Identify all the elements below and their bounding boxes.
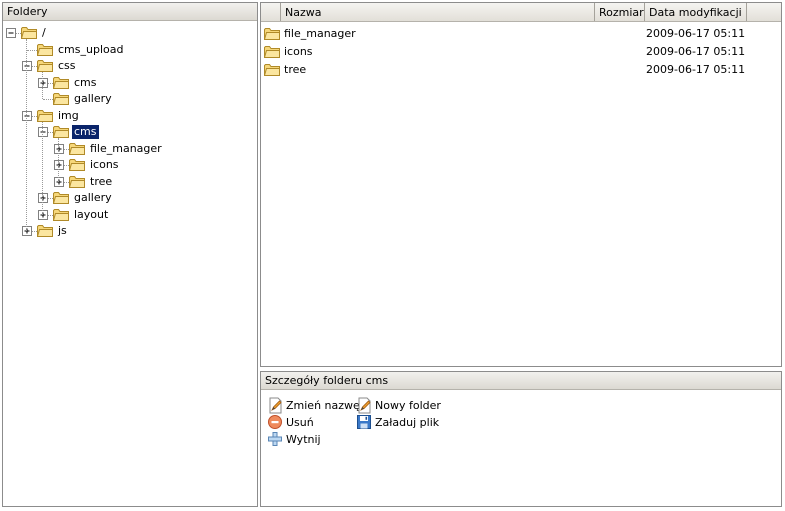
cut-icon [268, 432, 282, 446]
expand-icon[interactable] [22, 226, 32, 236]
folder-icon [52, 191, 69, 204]
folder-details-title: Szczegóły folderu cms [261, 372, 781, 390]
tree-node-label[interactable]: / [40, 26, 48, 40]
folder-icon [263, 27, 280, 40]
folder-icon [36, 43, 53, 56]
tree-node[interactable]: css [3, 58, 253, 74]
file-list-header: Nazwa Rozmiar Data modyfikacji [261, 3, 781, 22]
tree-guide-line [26, 39, 27, 231]
collapse-icon[interactable] [6, 28, 16, 38]
rename-label: Zmień nazwę [286, 399, 360, 412]
column-modified[interactable]: Data modyfikacji [645, 3, 747, 21]
rename-icon [269, 397, 282, 414]
file-modified-date: 2009-06-17 05:11 [646, 63, 746, 76]
file-name: icons [284, 45, 313, 58]
tree-node-label[interactable]: cms [72, 125, 99, 139]
delete-icon [268, 415, 282, 429]
tree-connector [43, 99, 53, 100]
folder-icon [20, 26, 37, 39]
folder-icon [68, 175, 85, 188]
collapse-icon[interactable] [22, 110, 32, 121]
folder-icon [52, 92, 69, 105]
file-name: tree [284, 63, 307, 76]
tree-node[interactable]: icons [3, 157, 253, 173]
file-list-panel: Nazwa Rozmiar Data modyfikacji file_mana… [260, 2, 782, 367]
column-size[interactable]: Rozmiar [595, 3, 645, 21]
file-modified-date: 2009-06-17 05:11 [646, 27, 746, 40]
folder-icon [52, 125, 69, 138]
tree-connector [27, 49, 37, 51]
cut-label: Wytnij [286, 433, 321, 446]
expand-icon[interactable] [38, 77, 48, 88]
folder-icon [36, 109, 53, 122]
file-row[interactable]: icons 2009-06-17 05:11 [261, 42, 781, 60]
folder-icon [36, 224, 53, 237]
upload-label: Załaduj plik [375, 416, 440, 429]
file-modified-date: 2009-06-17 05:11 [646, 45, 746, 58]
expand-icon[interactable] [54, 143, 64, 154]
new-folder-label: Nowy folder [375, 399, 441, 412]
folder-icon [68, 142, 85, 155]
folder-icon [263, 45, 280, 58]
tree-node[interactable]: img [3, 108, 253, 124]
file-name: file_manager [284, 27, 356, 40]
tree-node-label[interactable]: tree [88, 175, 114, 189]
expand-icon[interactable] [38, 193, 48, 203]
tree-node[interactable]: / [3, 25, 253, 41]
delete-label: Usuń [286, 416, 314, 429]
tree-node-label[interactable]: cms_upload [56, 43, 125, 57]
collapse-icon[interactable] [38, 127, 48, 137]
folder-details-panel: Szczegóły folderu cms Zmień nazwę Nowy f… [260, 371, 782, 507]
expand-icon[interactable] [54, 160, 64, 170]
folders-panel-title: Foldery [3, 3, 257, 21]
tree-guide-line [42, 121, 43, 215]
tree-node-label[interactable]: file_manager [88, 142, 164, 156]
file-row[interactable]: file_manager 2009-06-17 05:11 [261, 24, 781, 42]
tree-node-label[interactable]: gallery [72, 191, 114, 205]
expand-icon[interactable] [38, 209, 48, 220]
tree-node[interactable]: cms_upload [3, 42, 253, 58]
folder-icon [52, 208, 69, 221]
tree-node[interactable]: cms [3, 75, 253, 91]
tree-node[interactable]: gallery [3, 91, 253, 107]
collapse-icon[interactable] [22, 61, 32, 71]
folder-icon [263, 63, 280, 76]
expand-icon[interactable] [54, 176, 64, 187]
save-disk-icon [357, 415, 371, 429]
column-spacer [261, 3, 281, 21]
tree-guide-line [42, 72, 43, 99]
tree-node[interactable]: layout [3, 207, 253, 223]
folders-panel: Foldery / cms_uploadcss cms gallery img cms fi… [2, 2, 258, 507]
tree-node[interactable]: tree [3, 174, 253, 190]
tree-node[interactable]: cms [3, 124, 253, 140]
tree-node[interactable]: gallery [3, 190, 253, 206]
tree-node-label[interactable]: gallery [72, 92, 114, 106]
column-name[interactable]: Nazwa [281, 3, 595, 21]
tree-node[interactable]: js [3, 223, 253, 239]
folder-icon [52, 76, 69, 89]
tree-node[interactable]: file_manager [3, 141, 253, 157]
column-filler [747, 3, 781, 21]
file-row[interactable]: tree 2009-06-17 05:11 [261, 60, 781, 78]
file-list-body: file_manager 2009-06-17 05:11 icons 2009-06… [261, 22, 781, 78]
tree-node-label[interactable]: cms [72, 76, 99, 90]
tree-guide-line [58, 138, 59, 182]
folder-icon [36, 59, 53, 72]
tree-node-label[interactable]: icons [88, 158, 121, 172]
tree-node-label[interactable]: js [56, 224, 69, 238]
tree-node-label[interactable]: layout [72, 208, 110, 222]
tree-node-label[interactable]: img [56, 109, 81, 123]
new-folder-icon [358, 397, 371, 414]
tree-node-label[interactable]: css [56, 59, 78, 73]
folder-icon [68, 158, 85, 171]
